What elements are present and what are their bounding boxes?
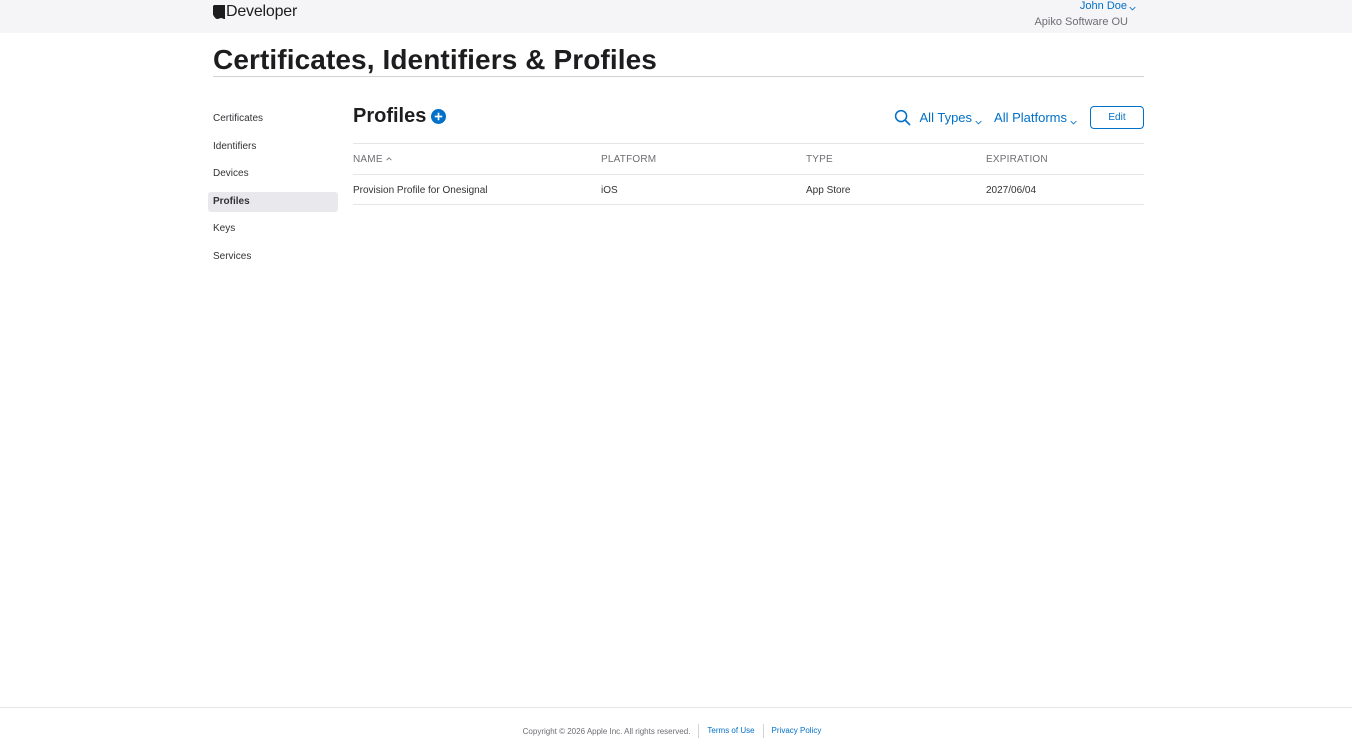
title-divider [213,76,1144,77]
account-name-dropdown[interactable]: John Doe [1034,0,1136,13]
profile-platform: iOS [601,185,618,196]
developer-home-link[interactable]: Developer [213,3,297,21]
type-filter-label: All Types [919,109,973,125]
column-header-expiration[interactable]: EXPIRATION [986,144,1048,175]
sort-ascending-icon [386,156,392,162]
platform-filter-label: All Platforms [994,109,1067,125]
profile-name: Provision Profile for Onesignal [353,185,488,196]
chevron-down-icon [1070,114,1077,124]
search-icon[interactable] [894,109,911,126]
type-filter-dropdown[interactable]: All Types [920,110,983,125]
terms-of-use-link[interactable]: Terms of Use [698,724,762,738]
table-row[interactable]: Provision Profile for Onesignal iOS App … [353,174,1144,205]
sidebar-item-devices[interactable]: Devices [208,164,338,184]
section-header: Profiles [353,105,447,128]
column-header-name[interactable]: NAME [353,144,392,175]
profile-type: App Store [806,185,851,196]
page-title: Certificates, Identifiers & Profiles [213,44,657,75]
profile-expiration: 2027/06/04 [986,185,1037,196]
toolbar: All Types All Platforms Edit [894,105,1144,129]
chevron-down-icon [1129,3,1136,11]
footer: Copyright © 2026 Apple Inc. All rights r… [0,707,1352,756]
column-header-name-label: NAME [353,154,383,165]
brand-text: Developer [226,3,298,20]
column-header-type[interactable]: TYPE [806,144,833,175]
privacy-policy-link[interactable]: Privacy Policy [762,724,830,738]
edit-button[interactable]: Edit [1090,105,1144,129]
section-title: Profiles [353,105,427,127]
sidebar-item-certificates[interactable]: Certificates [208,109,338,129]
apple-logo-icon [213,4,225,20]
column-header-platform[interactable]: PLATFORM [601,144,656,175]
table-header-row: NAME PLATFORM TYPE EXPIRATION [353,143,1144,174]
account-name: John Doe [1079,0,1127,12]
global-nav: Developer John Doe Apiko Software OU [0,0,1352,33]
sidebar: Certificates Identifiers Devices Profile… [208,109,338,274]
team-name: Apiko Software OU [1034,16,1128,28]
sidebar-item-keys[interactable]: Keys [208,219,338,239]
sidebar-item-services[interactable]: Services [208,247,338,267]
table-body: Provision Profile for Onesignal iOS App … [353,174,1144,205]
sidebar-item-identifiers[interactable]: Identifiers [208,137,338,157]
account-menu: John Doe Apiko Software OU [1034,0,1136,29]
platform-filter-dropdown[interactable]: All Platforms [994,110,1077,125]
copyright-text: Copyright © 2026 Apple Inc. All rights r… [522,726,691,736]
profiles-table: NAME PLATFORM TYPE EXPIRATION Provision … [353,143,1144,205]
footer-content: Copyright © 2026 Apple Inc. All rights r… [0,724,1352,738]
sidebar-item-profiles[interactable]: Profiles [208,191,338,212]
chevron-down-icon [975,114,982,124]
plus-circle-icon[interactable] [431,109,447,124]
